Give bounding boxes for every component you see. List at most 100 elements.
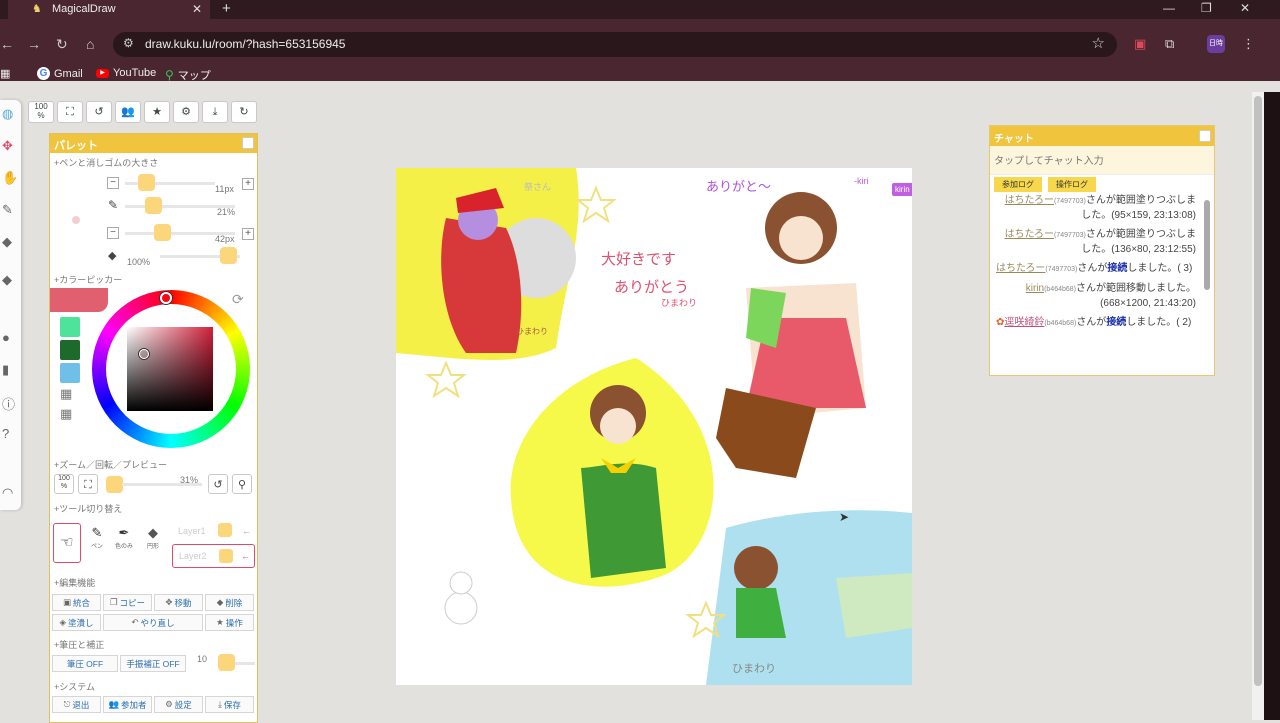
swatch-dark-green[interactable] [60, 340, 80, 360]
delete-button[interactable]: ◆ 削除 [205, 594, 254, 611]
pen-tool-button[interactable]: ✎ ペン [86, 525, 108, 550]
section-system[interactable]: +システム [54, 680, 95, 693]
stabilizer-slider[interactable] [235, 662, 255, 665]
layer1-row[interactable]: Layer1 ← [172, 523, 254, 539]
section-edit[interactable]: +編集機能 [54, 576, 95, 589]
move-button[interactable]: ✥ 移動 [154, 594, 203, 611]
bookmark-maps[interactable]: ⚲ マップ [165, 67, 211, 83]
operation-log-tab[interactable]: 操作ログ [1048, 177, 1096, 192]
book-icon[interactable]: ▮ [2, 362, 9, 378]
participants-button[interactable]: 👥 参加者 [103, 696, 152, 713]
back-icon[interactable]: ← [0, 36, 14, 52]
address-bar[interactable]: ⚙ draw.kuku.lu/room/?hash=653156945 ☆ [113, 32, 1117, 57]
zoom-100-small-button[interactable]: 100% [54, 474, 74, 494]
zoom-100-button[interactable]: 100% [28, 101, 54, 123]
add-swatch-icon[interactable]: ▦ [60, 386, 72, 402]
preview-search-button[interactable]: ⚲ [232, 474, 252, 494]
shape-icon[interactable]: ◆ [2, 272, 12, 288]
merge-button[interactable]: ▣ 統合 [52, 594, 101, 611]
reload-icon[interactable]: ↻ [56, 36, 68, 53]
forward-icon[interactable]: → [27, 36, 41, 52]
info-icon[interactable]: ⓘ [2, 394, 15, 413]
layer2-arrow-icon[interactable]: ← [241, 545, 250, 567]
rotate-button[interactable]: ↺ [86, 101, 112, 123]
fit-button[interactable]: ⛶ [57, 101, 83, 123]
bookmark-gmail[interactable]: G Gmail [37, 67, 83, 80]
circle-tool-button[interactable]: ◆ 円形 [142, 525, 164, 550]
hue-selector-ring[interactable] [160, 292, 172, 304]
section-tool-switch[interactable]: +ツール切り替え [54, 502, 122, 515]
operation-button[interactable]: ★ 操作 [205, 614, 254, 631]
move-icon[interactable]: ✥ [2, 138, 13, 154]
layer2-opacity-knob[interactable] [219, 549, 233, 563]
maximize-icon[interactable]: ❐ [1201, 1, 1212, 15]
help-icon[interactable]: ? [2, 426, 9, 441]
palette-collapse-checkbox[interactable] [242, 137, 254, 149]
copy-button[interactable]: ❐ コピー [103, 594, 152, 611]
site-settings-icon[interactable]: ⚙ [123, 36, 134, 50]
close-tab-icon[interactable]: ✕ [192, 2, 202, 16]
current-color-bar[interactable] [50, 288, 108, 312]
bookmark-youtube[interactable]: ▶ YouTube [96, 67, 156, 79]
chat-icon[interactable]: ● [2, 330, 10, 345]
page-scroll-thumb[interactable] [1254, 96, 1262, 686]
pressure-toggle-button[interactable]: 筆圧 OFF [52, 655, 118, 672]
apps-icon[interactable]: ▦ [0, 67, 10, 80]
hand-icon[interactable]: ✋ [2, 170, 18, 186]
saturation-selector[interactable] [139, 349, 149, 359]
pen-size-plus-button[interactable]: + [242, 178, 254, 190]
exit-button[interactable]: ⎋ 退出 [52, 696, 101, 713]
drawing-canvas[interactable]: ありがと〜 -kiri 大好きです ありがとう ひまわり ひまわり ひまわり 祭… [396, 168, 912, 685]
pocket-icon[interactable]: ▣ [1134, 36, 1146, 52]
eraser-opacity-knob[interactable] [220, 247, 237, 264]
remove-swatch-icon[interactable]: ▦ [60, 406, 72, 422]
pen-opacity-knob[interactable] [145, 197, 162, 214]
eraser-size-knob[interactable] [154, 224, 171, 241]
redo-button[interactable]: ↶ やり直し [103, 614, 203, 631]
chat-collapse-checkbox[interactable] [1199, 130, 1211, 142]
rotate-small-button[interactable]: ↺ [208, 474, 228, 494]
home-icon[interactable]: ⌂ [86, 36, 94, 52]
page-scrollbar[interactable] [1252, 92, 1264, 720]
save-button[interactable]: ⤓ 保存 [205, 696, 254, 713]
menu-icon[interactable]: ⋮ [1242, 36, 1255, 52]
bookmark-star-icon[interactable]: ☆ [1092, 34, 1105, 52]
color-mode-icon[interactable]: ⟳ [232, 291, 244, 308]
favorite-button[interactable]: ★ [144, 101, 170, 123]
download-button[interactable]: ⤓ [202, 101, 228, 123]
fill-button[interactable]: ◈ 塗潰し [52, 614, 101, 631]
chat-scroll-thumb[interactable] [1204, 200, 1210, 290]
stabilizer-knob[interactable] [218, 654, 235, 671]
minimize-icon[interactable]: — [1163, 1, 1175, 15]
layer1-opacity-knob[interactable] [218, 523, 232, 537]
close-window-icon[interactable]: ✕ [1240, 1, 1250, 15]
fill-icon[interactable]: ◆ [2, 234, 12, 250]
stabilizer-toggle-button[interactable]: 手振補正 OFF [120, 655, 186, 672]
swatch-light-blue[interactable] [60, 363, 80, 383]
eraser-size-plus-button[interactable]: + [242, 228, 254, 240]
swatch-light-green[interactable] [60, 317, 80, 337]
members-button[interactable]: 👥 [115, 101, 141, 123]
zoom-fit-small-button[interactable]: ⛶ [78, 474, 98, 494]
profile-avatar[interactable]: 日時 [1207, 35, 1225, 53]
section-pressure[interactable]: +筆圧と補正 [54, 638, 104, 651]
color-only-tool-button[interactable]: ✒ 色のみ [113, 525, 135, 550]
chat-scrollbar[interactable] [1204, 188, 1210, 368]
join-log-tab[interactable]: 参加ログ [994, 177, 1042, 192]
settings-button[interactable]: ⚙ [173, 101, 199, 123]
pen-icon[interactable]: ✎ [2, 202, 13, 218]
eraser-size-minus-button[interactable]: − [107, 227, 119, 239]
tab-magicaldraw[interactable]: ♞ MagicalDraw ✕ [8, 0, 210, 19]
pen-size-minus-button[interactable]: − [107, 177, 119, 189]
extensions-icon[interactable]: ⧉ [1165, 36, 1174, 52]
layer1-arrow-icon[interactable]: ← [242, 523, 251, 539]
section-pen-size[interactable]: +ペンと消しゴムの大きさ [54, 156, 158, 169]
section-zoom[interactable]: +ズーム／回転／プレビュー [54, 458, 167, 471]
hand-tool-button[interactable]: ☜ [53, 523, 81, 563]
new-tab-button[interactable]: + [222, 0, 231, 17]
layer2-row[interactable]: Layer2 ← [172, 544, 255, 568]
refresh-button[interactable]: ↻ [231, 101, 257, 123]
chat-input[interactable]: タップしてチャット入力 [990, 146, 1214, 175]
pen-size-knob[interactable] [138, 174, 155, 191]
zoom-knob[interactable] [106, 476, 123, 493]
